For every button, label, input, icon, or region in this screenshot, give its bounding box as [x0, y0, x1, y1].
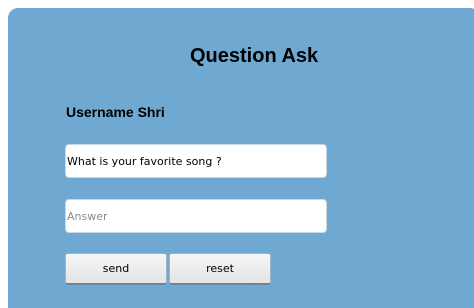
send-button[interactable]: send [65, 253, 167, 285]
page-title: Question Ask [190, 45, 319, 67]
username-label: Username Shri [66, 104, 165, 120]
reset-button[interactable]: reset [169, 253, 271, 285]
question-field[interactable] [65, 144, 327, 178]
answer-field[interactable] [65, 199, 327, 233]
